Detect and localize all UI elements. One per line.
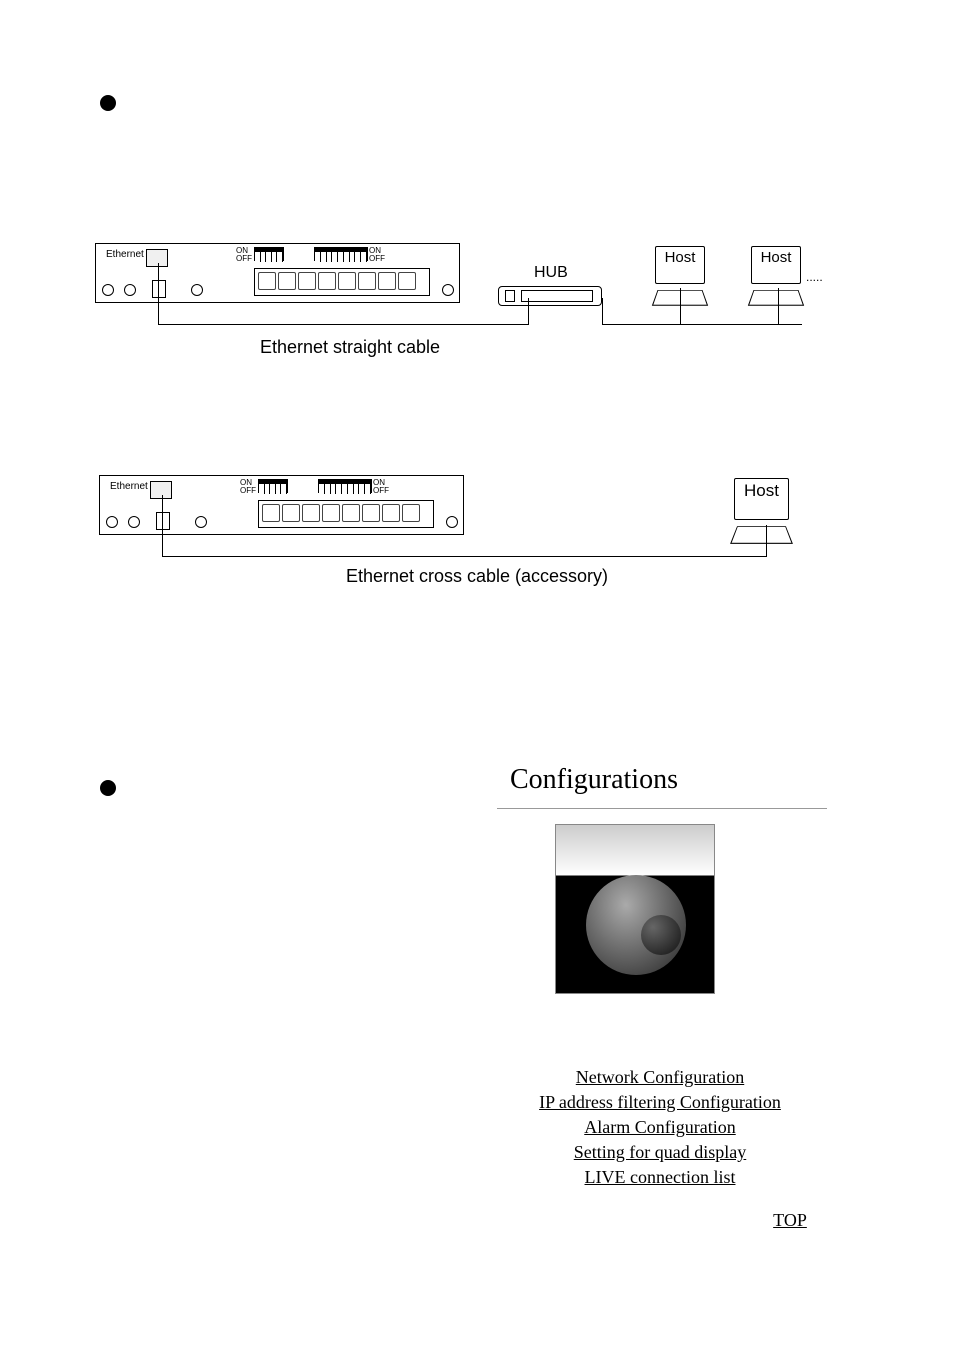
screw: [102, 284, 114, 296]
screw: [106, 516, 118, 528]
host-monitor-2: Host: [751, 246, 801, 284]
device-back-panel-1: Ethernet ONOFF ONOFF: [95, 243, 460, 303]
link-live-list[interactable]: LIVE connection list: [490, 1167, 830, 1188]
screw: [195, 516, 207, 528]
ethernet-port: [146, 249, 168, 267]
hub-device: [498, 286, 602, 306]
ethernet-label: Ethernet: [110, 481, 148, 492]
host-monitor: Host: [734, 478, 789, 520]
on-off-label: ONOFF: [236, 247, 252, 263]
bullet-1: [100, 95, 116, 111]
diagram-network-hub: Ethernet ONOFF ONOFF HUB Host Ho: [90, 238, 860, 368]
cable-segment: [158, 263, 159, 325]
cable-segment: [162, 495, 163, 557]
host-keyboard-2: [748, 290, 804, 306]
device-back-panel-2: Ethernet ONOFF ONOFF: [99, 475, 464, 535]
bnc-connectors: [258, 500, 434, 528]
cable-segment: [602, 298, 603, 325]
screw: [442, 284, 454, 296]
cable-segment: [602, 324, 802, 325]
link-ipfilter-config[interactable]: IP address filtering Configuration: [490, 1092, 830, 1113]
link-top[interactable]: TOP: [760, 1210, 820, 1231]
on-off-label: ONOFF: [373, 479, 389, 495]
cross-cable-caption: Ethernet cross cable (accessory): [327, 566, 627, 587]
dip-switch-2: [318, 479, 372, 493]
host-keyboard: [730, 526, 793, 544]
screw: [446, 516, 458, 528]
host-monitor-1: Host: [655, 246, 705, 284]
host-keyboard-1: [652, 290, 708, 306]
cable-segment: [162, 556, 767, 557]
host-label: Host: [744, 481, 779, 500]
host-label: Host: [761, 249, 792, 266]
dots: .....: [806, 270, 823, 284]
link-quad-config[interactable]: Setting for quad display: [490, 1142, 830, 1163]
dip-switch-1: [258, 479, 288, 493]
hub-label: HUB: [534, 264, 568, 282]
power-connector: [152, 280, 166, 298]
dip-switch-2: [314, 247, 368, 261]
dip-switch-1: [254, 247, 284, 261]
bullet-2: [100, 780, 116, 796]
bnc-connectors: [254, 268, 430, 296]
ethernet-label: Ethernet: [106, 249, 144, 260]
screw: [191, 284, 203, 296]
screw: [128, 516, 140, 528]
on-off-label: ONOFF: [240, 479, 256, 495]
ethernet-port: [150, 481, 172, 499]
host-label: Host: [665, 249, 696, 266]
camera-lens: [641, 915, 681, 955]
config-divider: [497, 808, 827, 809]
cable-segment: [158, 324, 528, 325]
config-title: Configurations: [510, 764, 678, 796]
straight-cable-caption: Ethernet straight cable: [245, 337, 455, 358]
link-alarm-config[interactable]: Alarm Configuration: [490, 1117, 830, 1138]
power-connector: [156, 512, 170, 530]
camera-image: [555, 824, 715, 994]
screw: [124, 284, 136, 296]
on-off-label: ONOFF: [369, 247, 385, 263]
link-network-config[interactable]: Network Configuration: [490, 1067, 830, 1088]
